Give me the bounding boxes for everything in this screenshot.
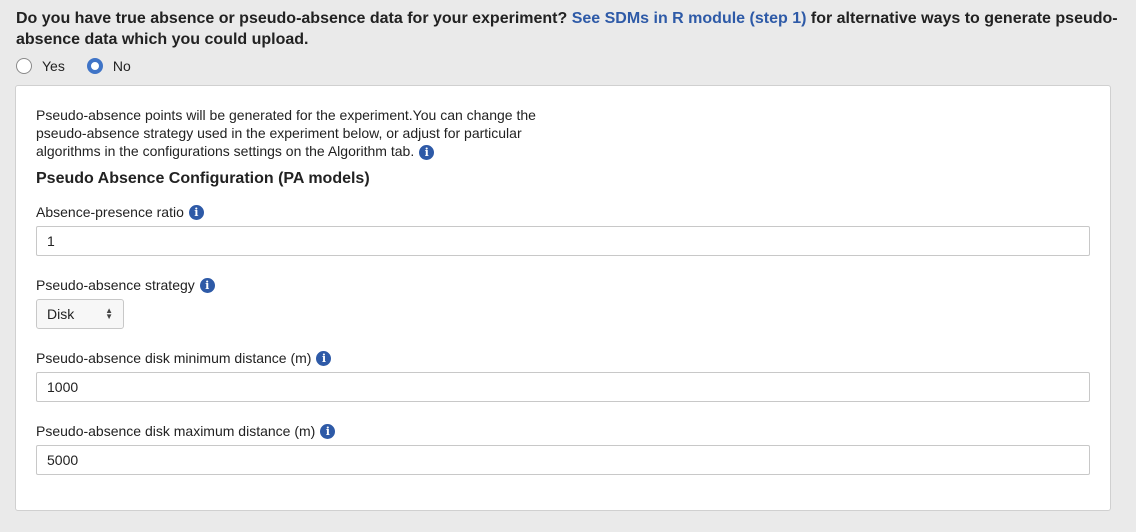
intro-text: Pseudo-absence points will be generated … (36, 107, 536, 159)
pseudo-absence-intro: Pseudo-absence points will be generated … (36, 106, 556, 160)
strategy-select[interactable]: Disk ▲ ▼ (36, 299, 124, 329)
info-icon[interactable]: i (188, 204, 204, 220)
min-distance-label-text: Pseudo-absence disk minimum distance (m) (36, 350, 312, 366)
max-distance-label-text: Pseudo-absence disk maximum distance (m) (36, 423, 316, 439)
select-chevron-icon: ▲ ▼ (105, 306, 113, 321)
radio-option-no[interactable]: No (86, 58, 131, 74)
radio-yes-label: Yes (42, 58, 65, 74)
page: Do you have true absence or pseudo-absen… (0, 0, 1136, 532)
radio-no[interactable] (86, 58, 103, 74)
info-icon[interactable]: i (320, 423, 336, 439)
strategy-label: Pseudo-absence strategy i (36, 277, 215, 293)
min-distance-input[interactable] (36, 372, 1090, 402)
absence-data-question: Do you have true absence or pseudo-absen… (16, 8, 1124, 50)
min-distance-label: Pseudo-absence disk minimum distance (m)… (36, 350, 332, 366)
max-distance-input[interactable] (36, 445, 1090, 475)
radio-yes[interactable] (16, 58, 32, 74)
strategy-label-text: Pseudo-absence strategy (36, 277, 195, 293)
info-icon[interactable]: i (419, 145, 435, 160)
radio-option-yes[interactable]: Yes (16, 58, 65, 74)
ratio-input[interactable] (36, 226, 1090, 256)
ratio-label-text: Absence-presence ratio (36, 204, 184, 220)
radio-no-label: No (112, 58, 131, 74)
question-text-before: Do you have true absence or pseudo-absen… (16, 10, 572, 27)
max-distance-label: Pseudo-absence disk maximum distance (m)… (36, 423, 336, 439)
info-icon[interactable]: i (316, 350, 332, 366)
sdms-module-link[interactable]: See SDMs in R module (step 1) (572, 10, 807, 27)
strategy-select-value: Disk (47, 306, 75, 322)
absence-data-radio-group: Yes No (16, 56, 153, 76)
section-title: Pseudo Absence Configuration (PA models) (36, 170, 370, 187)
ratio-label: Absence-presence ratio i (36, 204, 204, 220)
info-icon[interactable]: i (199, 277, 215, 293)
pseudo-absence-panel: Pseudo-absence points will be generated … (15, 85, 1111, 511)
